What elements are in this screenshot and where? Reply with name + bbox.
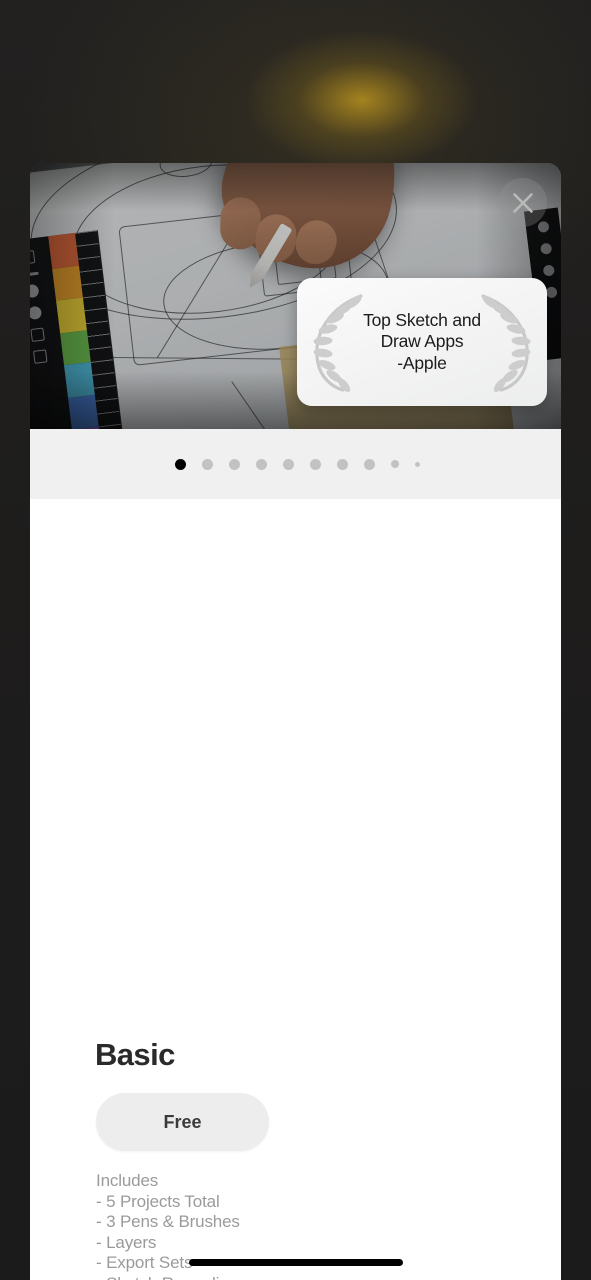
close-button[interactable] (498, 178, 547, 227)
hero-video[interactable]: Top Sketch and Draw Apps -Apple (30, 163, 561, 429)
paywall-sheet: Top Sketch and Draw Apps -Apple Basic Fr… (30, 163, 561, 1280)
plans-section: Basic Free Includes - 5 Projects Total -… (30, 499, 561, 1280)
laurel-wreath-right-icon (481, 294, 531, 392)
carousel-dot-6[interactable] (310, 458, 321, 470)
carousel-dot-8[interactable] (364, 458, 375, 470)
award-text: Top Sketch and Draw Apps -Apple (363, 309, 481, 373)
carousel-dot-10[interactable] (415, 461, 420, 467)
plan-title-basic: Basic (95, 1037, 175, 1072)
carousel-pagination[interactable] (30, 429, 561, 499)
home-indicator[interactable] (189, 1259, 403, 1266)
close-icon (512, 192, 533, 213)
carousel-dot-3[interactable] (229, 458, 240, 470)
carousel-dot-7[interactable] (337, 458, 348, 470)
laurel-wreath-left-icon (313, 294, 363, 392)
basic-price-button[interactable]: Free (96, 1093, 269, 1151)
carousel-dot-4[interactable] (256, 458, 267, 470)
award-badge: Top Sketch and Draw Apps -Apple (297, 278, 547, 406)
carousel-dot-1[interactable] (175, 458, 186, 470)
carousel-dot-2[interactable] (202, 458, 213, 470)
carousel-dot-5[interactable] (283, 458, 294, 470)
carousel-dot-9[interactable] (391, 460, 399, 468)
